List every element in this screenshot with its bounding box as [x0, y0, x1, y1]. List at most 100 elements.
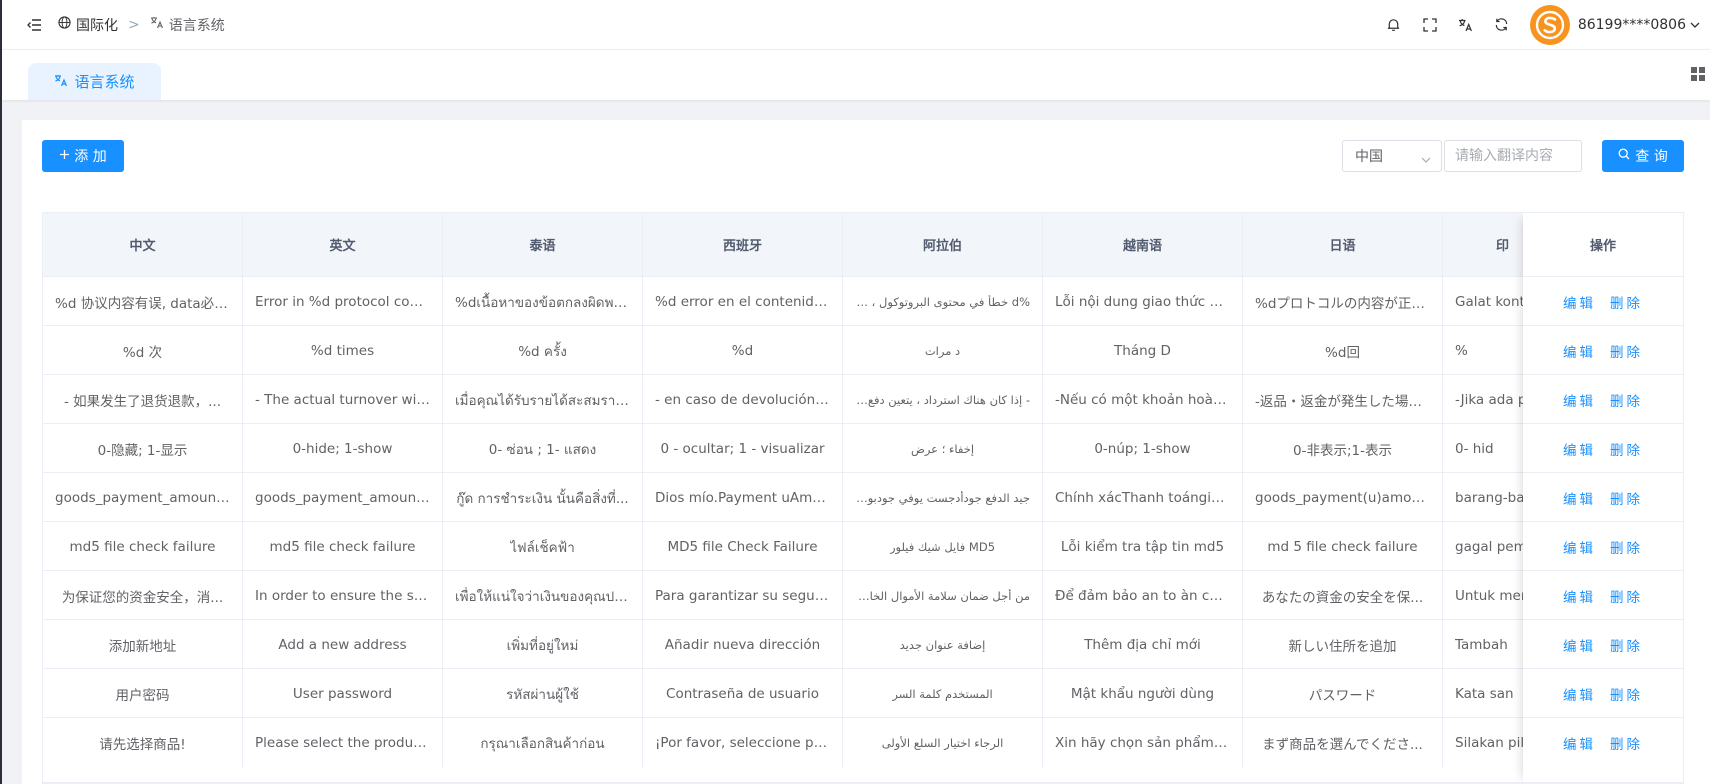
table-row: %d 次 %d times %d ครั้ง %d د مرات Tháng D %d回%	[43, 325, 1683, 375]
edit-button[interactable]: 编辑	[1563, 684, 1596, 704]
fullscreen-icon[interactable]	[1412, 7, 1448, 43]
table-cell: Lỗi kiểm tra tập tin md5	[1043, 522, 1243, 571]
cell-text: - en caso de devolución de...	[655, 391, 830, 408]
breadcrumb-item[interactable]: 国际化	[58, 15, 118, 35]
delete-button[interactable]: 删除	[1610, 586, 1643, 606]
cell-text: إخفاء ؛ عرض	[910, 441, 975, 456]
tag-label: 语言系统	[74, 73, 135, 91]
cell-text: %d 次	[122, 344, 163, 361]
cell-text: md 5 file check failure	[1267, 538, 1418, 555]
edit-button[interactable]: 编辑	[1563, 488, 1596, 508]
cell-text: ¡Por favor, seleccione pri...	[655, 734, 830, 751]
table-row-operations: 编辑 删除	[1523, 374, 1683, 423]
table-cell: กู๊ด การชำระเงิน นั้นคือสิ่งที่...	[443, 473, 643, 522]
delete-button[interactable]: 删除	[1610, 341, 1643, 361]
table-cell: md5 file check failure	[243, 522, 443, 571]
edit-button[interactable]: 编辑	[1563, 537, 1596, 557]
country-select[interactable]: 中国	[1342, 140, 1442, 172]
chevron-down-icon[interactable]	[1690, 22, 1700, 28]
add-button-label: 添 加	[74, 149, 107, 165]
table-cell: Tháng D	[1043, 326, 1243, 375]
table-cell: パスワード	[1243, 669, 1443, 718]
query-button[interactable]: 查 询	[1602, 140, 1684, 172]
edit-button[interactable]: 编辑	[1563, 635, 1596, 655]
cell-text: -Nếu có một khoản hoàn ...	[1055, 391, 1230, 408]
cell-text: 0- hid	[1455, 440, 1494, 457]
table-cell: เพิ่มที่อยู่ใหม่	[443, 620, 643, 669]
bell-icon[interactable]	[1376, 7, 1412, 43]
table-cell: goods_payment_amount ...	[243, 473, 443, 522]
cell-text: الرجاء اختيار السلع الأولى	[881, 735, 1004, 750]
table-cell: 请先选择商品!	[43, 718, 243, 767]
chevron-down-icon	[1421, 151, 1431, 167]
cell-text: %d 协议内容有误, data必须是...	[55, 295, 230, 312]
table-cell: 新しい住所を追加	[1243, 620, 1443, 669]
cell-text: 添加新地址	[108, 638, 177, 655]
delete-button[interactable]: 删除	[1610, 537, 1643, 557]
column-header: 泰语	[443, 213, 643, 276]
table-cell: เมื่อคุณได้รับรายได้สะสมรายเดือน...	[443, 375, 643, 424]
table-row-operations: 编辑 删除	[1523, 668, 1683, 717]
cell-text: ไฟล์เช็คฟ้า	[510, 539, 575, 556]
avatar[interactable]	[1529, 4, 1570, 45]
table-row-operations: 编辑 删除	[1523, 423, 1683, 472]
translate-icon	[54, 73, 68, 91]
cell-text: MD5 file Check Failure	[667, 538, 818, 555]
sidebar-edge	[0, 0, 2, 784]
table-cell: 0 - ocultar; 1 - visualizar	[643, 424, 843, 473]
table-row: md5 file check failure md5 file check fai…	[43, 521, 1683, 571]
delete-button[interactable]: 删除	[1610, 439, 1643, 459]
cell-text: 0-非表示;1-表示	[1293, 442, 1392, 459]
globe-icon	[58, 16, 71, 33]
add-button[interactable]: 添 加	[42, 140, 124, 172]
cell-text: User password	[292, 685, 393, 702]
delete-button[interactable]: 删除	[1610, 390, 1643, 410]
delete-button[interactable]: 删除	[1610, 733, 1643, 753]
username[interactable]: 86199****0806	[1578, 17, 1686, 33]
table-cell: %d ครั้ง	[443, 326, 643, 375]
table-row-operations: 编辑 删除	[1523, 717, 1683, 766]
table-cell: In order to ensure the saf...	[243, 571, 443, 620]
operations-cell: 编辑 删除	[1523, 326, 1683, 375]
cell-text: Error in %d protocol content...	[255, 293, 430, 310]
table-cell: MD5 file Check Failure	[643, 522, 843, 571]
edit-button[interactable]: 编辑	[1563, 586, 1596, 606]
cell-text: Contraseña de usuario	[666, 685, 819, 702]
edit-button[interactable]: 编辑	[1563, 733, 1596, 753]
delete-button[interactable]: 删除	[1610, 684, 1643, 704]
table-row: 0-隐藏; 1-显示 0-hide; 1-show 0- ซ่อน ; 1- แสด…	[43, 423, 1683, 473]
table-cell: goods_payment(u)amoun...	[1243, 473, 1443, 522]
cell-text: %d	[731, 342, 754, 359]
cell-text: md5 file check failure	[269, 538, 416, 555]
cell-text: من أجل ضمان سلامة الأموال الخاصة بك ، ير…	[855, 588, 1030, 603]
edit-button[interactable]: 编辑	[1563, 292, 1596, 312]
table-cell: ¡Por favor, seleccione pri...	[643, 718, 843, 767]
table-cell: - The actual turnover will ...	[243, 375, 443, 424]
cell-text: المستخدم كلمة السر	[892, 686, 993, 701]
cell-text: 用户密码	[115, 687, 170, 704]
tag-language-system[interactable]: 语言系统	[28, 63, 161, 100]
breadcrumb: 国际化 > 语言系统	[58, 15, 225, 35]
table-cell: Contraseña de usuario	[643, 669, 843, 718]
table-cell: 0-núp; 1-show	[1043, 424, 1243, 473]
delete-button[interactable]: 删除	[1610, 488, 1643, 508]
translation-search-input[interactable]	[1444, 140, 1582, 172]
edit-button[interactable]: 编辑	[1563, 439, 1596, 459]
table-cell: %dプロトコルの内容が正しく...	[1243, 277, 1443, 326]
country-select-value: 中国	[1355, 149, 1383, 165]
language-icon[interactable]	[1448, 7, 1484, 43]
table-cell: -Nếu có một khoản hoàn ...	[1043, 375, 1243, 424]
refresh-icon[interactable]	[1484, 7, 1520, 43]
edit-button[interactable]: 编辑	[1563, 390, 1596, 410]
grid-icon[interactable]	[1690, 66, 1710, 86]
column-header: 阿拉伯	[843, 213, 1043, 276]
menu-fold-icon[interactable]	[16, 7, 52, 43]
cell-text: %d回	[1325, 344, 1360, 361]
delete-button[interactable]: 删除	[1610, 635, 1643, 655]
column-header: 英文	[243, 213, 443, 276]
table-cell: %d error en el contenido del...	[643, 277, 843, 326]
delete-button[interactable]: 删除	[1610, 292, 1643, 312]
table-cell: 用户密码	[43, 669, 243, 718]
edit-button[interactable]: 编辑	[1563, 341, 1596, 361]
cell-text: Kata san	[1455, 685, 1514, 702]
